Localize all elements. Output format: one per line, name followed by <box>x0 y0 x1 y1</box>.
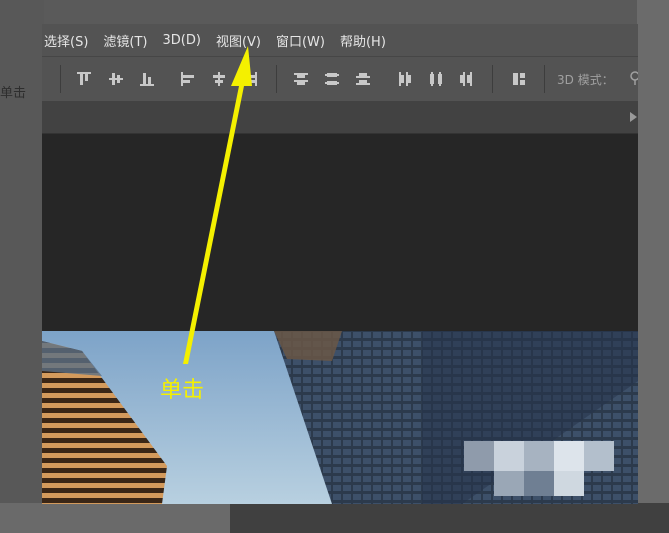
align-right-edges-icon[interactable] <box>242 71 258 87</box>
menu-window[interactable]: 窗口(W) <box>276 31 325 50</box>
distribute-left-edges-icon[interactable] <box>397 71 413 87</box>
canvas-workspace <box>42 134 638 331</box>
distribute-top-edges-icon[interactable] <box>293 71 309 87</box>
options-separator <box>276 65 277 93</box>
options-separator <box>60 65 61 93</box>
background-bottom-left <box>0 503 230 533</box>
annotation-label: 单击 <box>160 378 205 403</box>
menu-select[interactable]: 选择(S) <box>44 31 88 50</box>
menu-filter[interactable]: 滤镜(T) <box>103 31 147 50</box>
menu-3d[interactable]: 3D(D) <box>163 33 201 48</box>
document-image <box>42 331 638 504</box>
align-left-edges-icon[interactable] <box>180 71 196 87</box>
align-vertical-centers-icon[interactable] <box>108 71 124 87</box>
options-separator <box>492 65 493 93</box>
distribute-right-edges-icon[interactable] <box>458 71 474 87</box>
background-bottom-right <box>230 503 669 533</box>
tab-overflow-icon[interactable] <box>630 109 638 125</box>
distribute-bottom-edges-icon[interactable] <box>355 71 371 87</box>
options-bar: 3D 模式： <box>42 56 638 101</box>
background-partial-text: 单击 <box>0 86 27 101</box>
menu-help[interactable]: 帮助(H) <box>340 31 386 50</box>
3d-orbit-icon[interactable] <box>628 70 638 86</box>
align-bottom-edges-icon[interactable] <box>139 71 155 87</box>
options-separator <box>544 65 545 93</box>
auto-align-layers-icon[interactable] <box>511 71 527 87</box>
align-horizontal-centers-icon[interactable] <box>211 71 227 87</box>
background-left <box>0 0 44 533</box>
align-top-edges-icon[interactable] <box>76 71 92 87</box>
photoshop-window: 选择(S) 滤镜(T) 3D(D) 视图(V) 窗口(W) 帮助(H) 3D 模… <box>42 24 638 504</box>
3d-mode-label: 3D 模式： <box>557 73 614 87</box>
distribute-horizontal-centers-icon[interactable] <box>428 71 444 87</box>
menu-view[interactable]: 视图(V) <box>216 31 261 50</box>
background-right <box>637 0 669 533</box>
menu-bar: 选择(S) 滤镜(T) 3D(D) 视图(V) 窗口(W) 帮助(H) <box>42 24 638 56</box>
distribute-vertical-centers-icon[interactable] <box>324 71 340 87</box>
document-tab-bar <box>42 101 638 134</box>
